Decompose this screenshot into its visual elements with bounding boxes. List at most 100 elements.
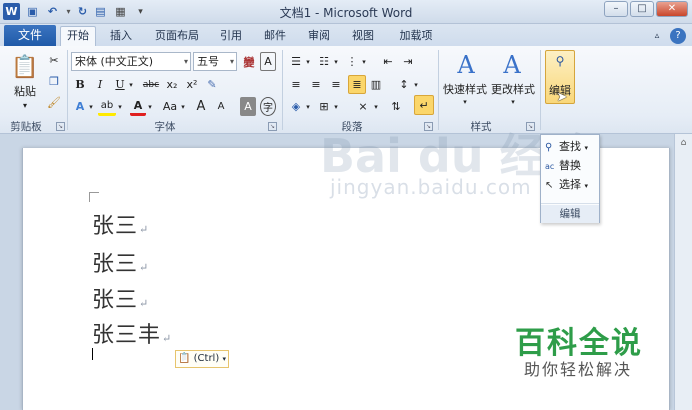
numbering-dropdown-icon[interactable]: ▾ [332, 52, 340, 71]
font-color-dropdown-icon[interactable]: ▾ [146, 97, 154, 116]
text-effects-button[interactable]: A [72, 97, 88, 116]
ribbon-tabs: 文件 开始 插入 页面布局 引用 邮件 审阅 视图 加载项 ▵ ? [0, 24, 692, 46]
tab-mailings[interactable]: 邮件 [258, 27, 292, 46]
change-styles-icon[interactable]: A [498, 50, 526, 80]
multilevel-dropdown-icon[interactable]: ▾ [360, 52, 368, 71]
italic-button[interactable]: I [92, 75, 108, 94]
subscript-button[interactable]: x₂ [164, 75, 180, 94]
doc-line-1[interactable]: 张三↵ [92, 208, 149, 240]
menu-item-replace[interactable]: ac 替换 [545, 157, 581, 174]
quick-styles-icon[interactable]: A [452, 50, 480, 80]
ruler-toggle-icon[interactable]: ⌂ [677, 138, 690, 151]
change-case-dropdown-icon[interactable]: ▾ [179, 97, 187, 116]
chinese-layout-dropdown-icon[interactable]: ▾ [372, 97, 380, 116]
line-spacing-icon[interactable]: ↕ [396, 75, 412, 94]
doc-line-4[interactable]: 张三丰↵ [92, 317, 172, 349]
decrease-indent-icon[interactable]: ⇤ [380, 52, 396, 71]
align-center-icon[interactable]: ≡ [308, 75, 324, 94]
tab-page-layout[interactable]: 页面布局 [148, 27, 206, 46]
paste-icon: 📋 [178, 353, 191, 364]
paste-icon[interactable]: 📋 [10, 50, 40, 84]
quick-styles-dropdown-icon[interactable]: ▾ [458, 97, 472, 107]
chevron-down-icon[interactable]: ▾ [230, 53, 234, 70]
align-left-icon[interactable]: ≡ [288, 75, 304, 94]
bullets-dropdown-icon[interactable]: ▾ [304, 52, 312, 71]
justify-icon[interactable]: ≣ [348, 75, 366, 94]
select-arrow-icon: ↖ [545, 180, 554, 191]
tab-insert[interactable]: 插入 [104, 27, 138, 46]
font-size-value: 五号 [197, 55, 219, 68]
tab-addins[interactable]: 加载项 [392, 27, 440, 46]
change-styles-dropdown-icon[interactable]: ▾ [506, 97, 520, 107]
strikethrough-button[interactable]: abc [140, 75, 162, 94]
font-name-combo[interactable]: 宋体 (中文正文) ▾ [71, 52, 191, 71]
borders-icon[interactable]: ⊞ [316, 97, 332, 116]
paste-button-label[interactable]: 粘贴 [8, 84, 42, 98]
minimize-ribbon-icon[interactable]: ▵ [650, 27, 664, 46]
group-divider [540, 50, 541, 130]
tab-home[interactable]: 开始 [60, 26, 96, 46]
tab-references[interactable]: 引用 [214, 27, 248, 46]
font-size-combo[interactable]: 五号 ▾ [193, 52, 237, 71]
tab-view[interactable]: 视图 [346, 27, 380, 46]
chevron-down-icon: ▾ [222, 355, 226, 363]
highlight-icon[interactable]: ab [98, 97, 116, 116]
line-spacing-dropdown-icon[interactable]: ▾ [412, 75, 420, 94]
group-divider [282, 50, 283, 130]
format-painter-icon[interactable]: 🖌 [46, 94, 62, 110]
group-divider [438, 50, 439, 130]
close-button[interactable]: ✕ [656, 1, 688, 17]
highlight-dropdown-icon[interactable]: ▾ [116, 97, 124, 116]
chevron-down-icon[interactable]: ▾ [184, 53, 188, 70]
underline-button[interactable]: U [112, 75, 128, 94]
menu-item-select[interactable]: ↖ 选择 ▾ [545, 176, 588, 193]
multilevel-list-icon[interactable]: ⋮ [344, 52, 360, 71]
tab-file[interactable]: 文件 [4, 25, 56, 46]
enclose-char-button[interactable]: 字 [260, 97, 276, 116]
char-border-icon[interactable]: A [260, 52, 276, 71]
clipboard-launcher-icon[interactable]: ↘ [56, 122, 65, 131]
paste-options-button[interactable]: 📋 (Ctrl) ▾ [175, 350, 229, 368]
clear-formatting-icon[interactable]: ✎ [204, 75, 220, 94]
shading-dropdown-icon[interactable]: ▾ [304, 97, 312, 116]
doc-line-2[interactable]: 张三↵ [92, 246, 149, 278]
paragraph-mark: ↵ [139, 261, 150, 274]
paragraph-mark: ↵ [162, 332, 173, 345]
borders-dropdown-icon[interactable]: ▾ [332, 97, 340, 116]
mouse-cursor-icon: ➤ [556, 89, 568, 105]
distributed-icon[interactable]: ▥ [368, 75, 384, 94]
char-shading-button[interactable]: A [240, 97, 256, 116]
underline-dropdown-icon[interactable]: ▾ [127, 75, 135, 94]
maximize-button[interactable]: □ [630, 1, 654, 17]
change-case-button[interactable]: Aa [160, 97, 180, 116]
font-launcher-icon[interactable]: ↘ [268, 122, 277, 131]
doc-line-3[interactable]: 张三↵ [92, 282, 149, 314]
numbering-icon[interactable]: ☷ [316, 52, 332, 71]
quick-styles-button[interactable]: 快速样式 [442, 81, 488, 97]
align-right-icon[interactable]: ≡ [328, 75, 344, 94]
group-divider [67, 50, 68, 130]
font-name-value: 宋体 (中文正文) [75, 55, 154, 68]
copy-icon[interactable]: ❐ [46, 73, 62, 89]
tab-review[interactable]: 审阅 [302, 27, 336, 46]
show-hide-marks-icon[interactable]: ↵ [414, 95, 434, 115]
minimize-button[interactable]: – [604, 1, 628, 17]
grow-font-button[interactable]: A [194, 97, 208, 116]
shading-icon[interactable]: ◈ [288, 97, 304, 116]
sort-icon[interactable]: ⇅ [388, 97, 404, 116]
vertical-scrollbar[interactable]: ⌂ [674, 134, 692, 410]
text-effects-dropdown-icon[interactable]: ▾ [87, 97, 95, 116]
font-color-button[interactable]: A [130, 97, 146, 116]
superscript-button[interactable]: x² [184, 75, 200, 94]
help-icon[interactable]: ? [670, 28, 686, 44]
menu-item-find[interactable]: ⚲ 查找 ▾ [545, 138, 588, 155]
phonetic-guide-icon[interactable]: 變 [240, 52, 258, 71]
cut-icon[interactable]: ✂ [46, 52, 62, 68]
chinese-layout-icon[interactable]: ⨯ [354, 97, 372, 116]
shrink-font-button[interactable]: A [214, 97, 228, 116]
change-styles-button[interactable]: 更改样式 [490, 81, 536, 97]
increase-indent-icon[interactable]: ⇥ [400, 52, 416, 71]
paste-dropdown-icon[interactable]: ▾ [18, 100, 32, 110]
bold-button[interactable]: B [72, 75, 88, 94]
bullets-icon[interactable]: ☰ [288, 52, 304, 71]
